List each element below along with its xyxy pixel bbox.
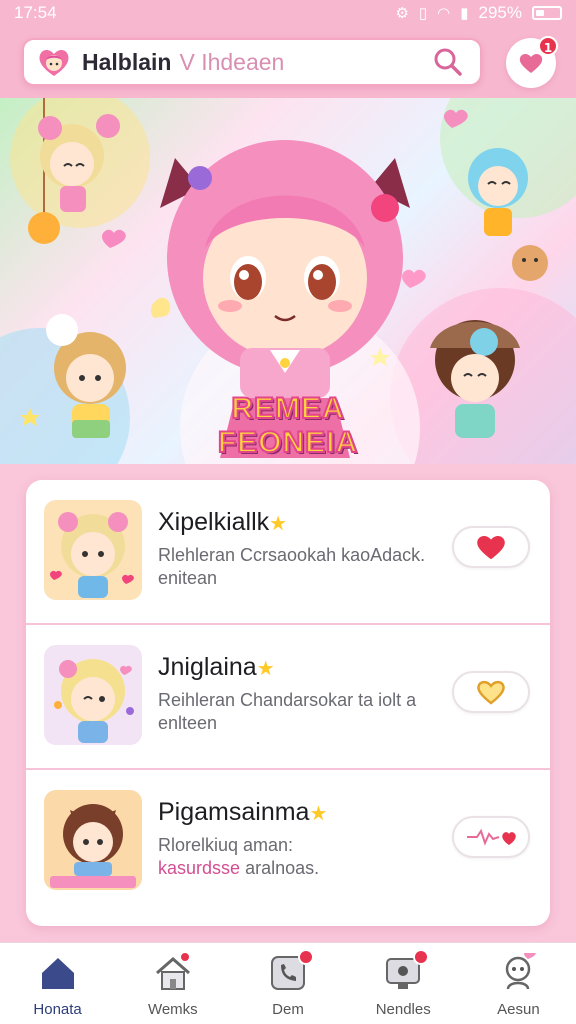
heart-outline-icon <box>477 680 505 705</box>
like-button[interactable] <box>452 526 530 568</box>
list-item-description: Rlorelkiuq aman: kasurdsse aralnoas. <box>158 835 320 878</box>
like-button[interactable] <box>452 671 530 713</box>
notification-badge <box>413 949 430 965</box>
nav-item-home[interactable]: Honata <box>0 943 115 1024</box>
search-bar[interactable]: Halblain V Ihdeaen <box>22 38 482 86</box>
wifi-icon: ◠ <box>437 5 451 22</box>
list-item[interactable]: Jniglaina★ Reihleran Chandarsokar ta iol… <box>26 625 550 770</box>
search-button[interactable] <box>428 42 468 82</box>
heart-icon <box>519 54 543 73</box>
nav-item-dem[interactable]: Dem <box>230 943 345 1024</box>
favorites-button[interactable]: 1 <box>506 36 558 88</box>
star-icon: ★ <box>309 803 328 825</box>
character-thumbnail <box>44 645 142 745</box>
banner-title: REMEA FEONEIA <box>217 391 359 460</box>
heartbeat-icon <box>467 828 516 846</box>
vibrate-icon: ▯ <box>418 5 428 22</box>
bottom-navigation: Honata Wemks Dem Nendles Aesun <box>0 942 576 1024</box>
list-item-title: Jniglaina★ <box>158 653 275 681</box>
hero-banner[interactable]: REMEA FEONEIA <box>0 98 576 464</box>
star-icon: ★ <box>269 513 288 535</box>
chibi-avatar-image <box>50 512 134 598</box>
status-time: 17:54 <box>14 3 57 22</box>
phone-icon <box>268 949 314 993</box>
list-item-description: Rlehleran Ccrsaookah kaoAdack. enitean <box>158 545 426 588</box>
signal-icon: ▮ <box>460 5 469 22</box>
nav-item-account[interactable]: Aesun <box>461 943 576 1024</box>
app-logo-icon <box>39 49 69 76</box>
chibi-avatar-image <box>50 804 136 888</box>
house-icon <box>153 951 193 993</box>
like-button[interactable] <box>452 816 530 858</box>
character-thumbnail <box>44 500 142 600</box>
heart-filled-icon <box>477 535 505 560</box>
search-icon <box>434 48 462 76</box>
notification-badge <box>178 951 191 963</box>
list-item-description: Reihleran Chandarsokar ta iolt a enlteen <box>158 690 417 733</box>
battery-icon <box>532 6 562 20</box>
status-bar: 17:54 ⚙ ▯ ◠ ▮ 295% <box>0 0 576 26</box>
app-header: Halblain V Ihdeaen 1 <box>0 26 576 98</box>
search-input[interactable]: V Ihdeaen <box>179 49 428 76</box>
list-item[interactable]: Pigamsainma★ Rlorelkiuq aman: kasurdsse … <box>26 770 550 915</box>
favorites-badge: 1 <box>538 36 558 56</box>
nav-item-nendles[interactable]: Nendles <box>346 943 461 1024</box>
character-list: Xipelkiallk★ Rlehleran Ccrsaookah kaoAda… <box>26 480 550 926</box>
home-icon <box>41 958 74 989</box>
settings-status-icon: ⚙ <box>395 5 409 22</box>
list-item[interactable]: Xipelkiallk★ Rlehleran Ccrsaookah kaoAda… <box>26 480 550 625</box>
chibi-avatar-image <box>54 659 134 743</box>
character-thumbnail <box>44 790 142 890</box>
list-item-title: Xipelkiallk★ <box>158 508 288 536</box>
monitor-icon <box>383 949 430 993</box>
nav-item-works[interactable]: Wemks <box>115 943 230 1024</box>
battery-percent: 295% <box>478 3 522 22</box>
notification-badge <box>298 949 314 965</box>
character-icon <box>506 953 537 990</box>
app-title: Halblain <box>82 48 172 75</box>
star-icon: ★ <box>256 658 275 680</box>
status-icons: ⚙ ▯ ◠ ▮ 295% <box>395 3 562 23</box>
list-item-title: Pigamsainma★ <box>158 798 328 826</box>
